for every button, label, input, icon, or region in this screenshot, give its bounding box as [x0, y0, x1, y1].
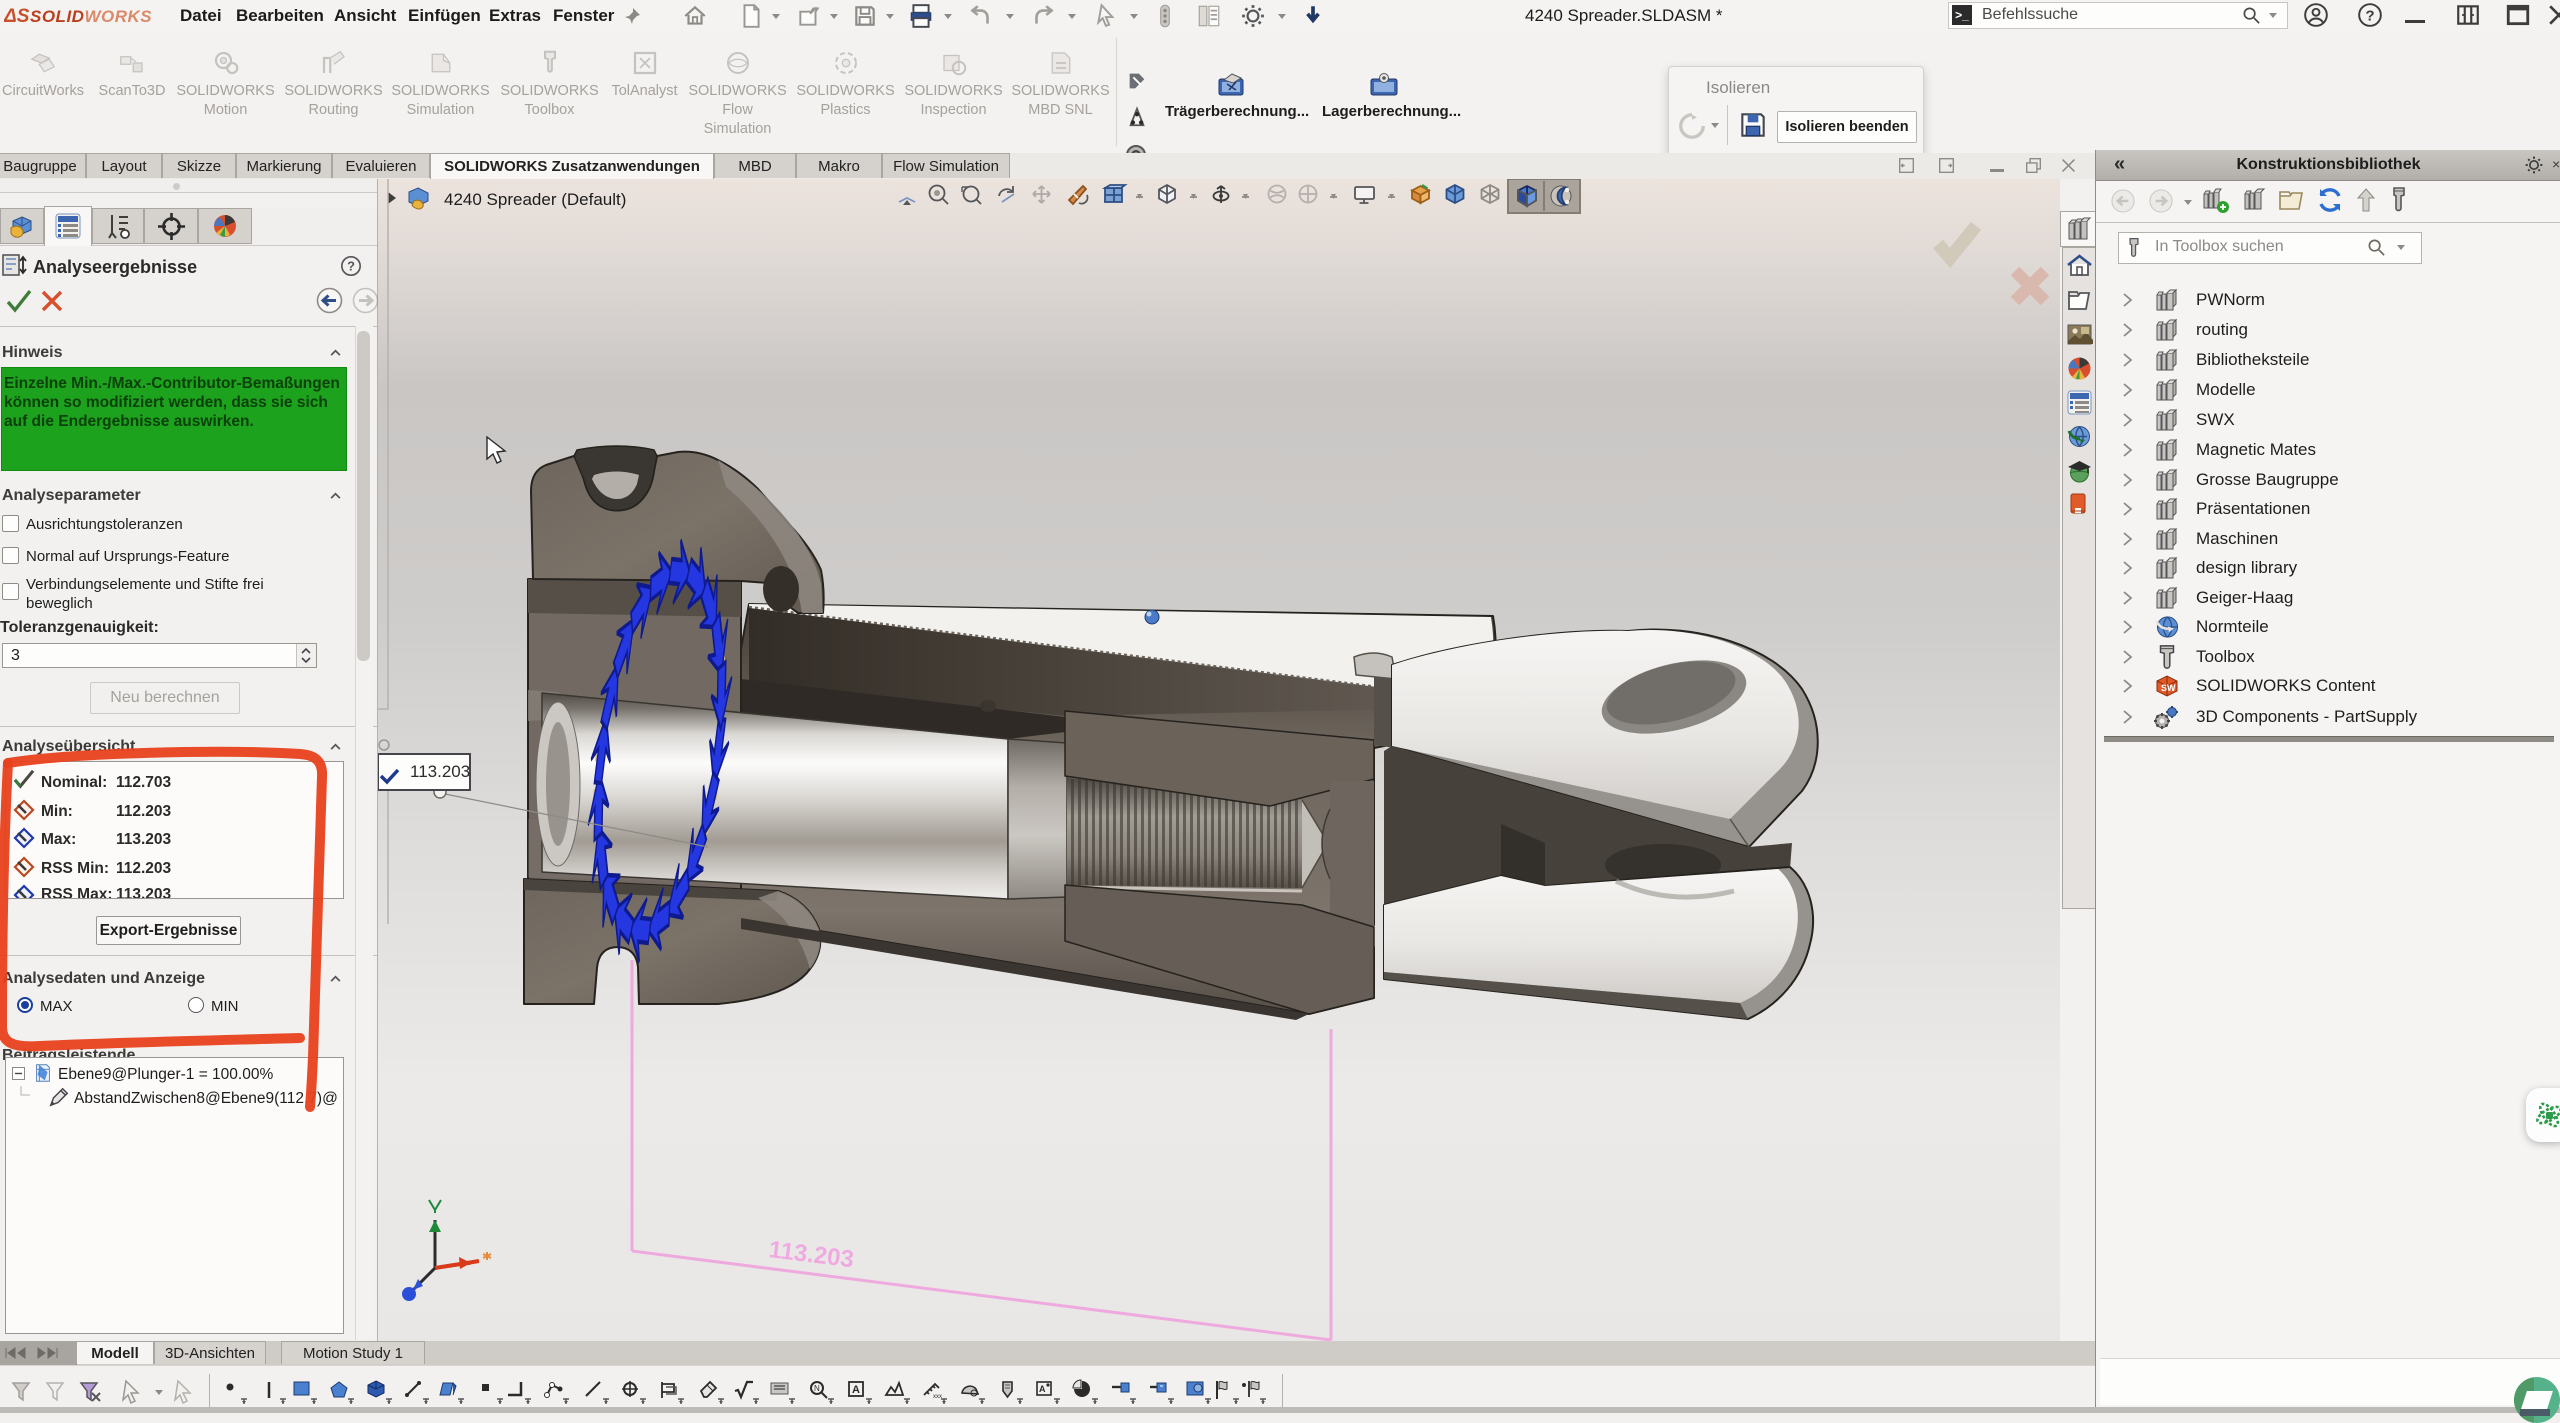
svg-text:N: N	[814, 1384, 820, 1393]
svg-text:4240 Spreader (Default): 4240 Spreader (Default)	[444, 190, 626, 209]
svg-text:113.203: 113.203	[410, 762, 470, 781]
svg-text:A: A	[852, 1384, 860, 1396]
svg-text:?: ?	[347, 259, 355, 274]
svg-text:?: ?	[2365, 7, 2374, 24]
svg-text:SOLIDWORKS: SOLIDWORKS	[30, 7, 152, 26]
svg-text:xxx: xxx	[933, 1394, 942, 1400]
svg-text:A: A	[1039, 1384, 1046, 1394]
svg-text:ΔS: ΔS	[4, 6, 30, 27]
svg-text:SW: SW	[2161, 683, 2176, 693]
